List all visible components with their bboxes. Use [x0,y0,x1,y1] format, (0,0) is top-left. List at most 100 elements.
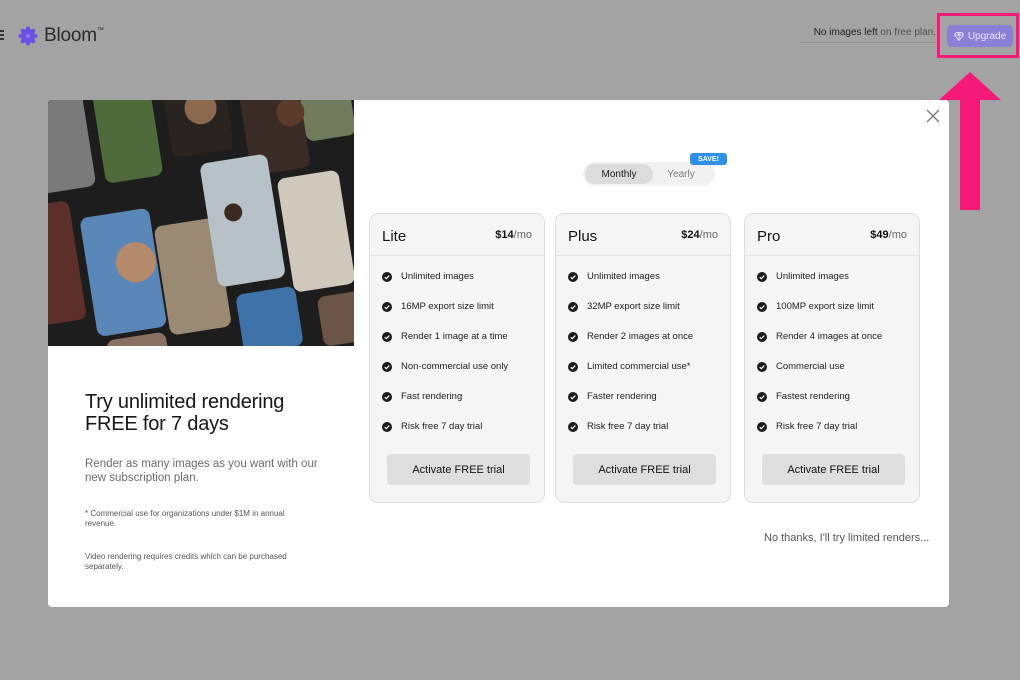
commercial-use-note: * Commercial use for organizations under… [85,509,285,528]
promo-title: Try unlimited rendering FREE for 7 days [85,391,285,435]
feature-item: Commercial use [757,361,882,391]
app-name: Bloom [44,25,97,46]
feature-text: Limited commercial use* [587,361,691,372]
feature-item: Risk free 7 day trial [382,421,508,451]
feature-list: Unlimited images 32MP export size limit … [568,271,693,451]
feature-text: Non-commercial use only [401,361,509,372]
plan-price-period: /mo [513,229,532,241]
activate-trial-button-pro[interactable]: Activate FREE trial [762,454,905,485]
app-logo[interactable]: Bloom™ [18,25,104,47]
check-circle-icon [568,392,578,402]
check-circle-icon [568,302,578,312]
check-circle-icon [382,332,392,342]
save-badge: SAVE! [690,153,727,165]
top-bar: Bloom™ No images left on free plan. Upgr… [0,0,1020,72]
menu-icon[interactable] [0,30,4,40]
feature-text: 16MP export size limit [401,301,494,312]
check-circle-icon [382,392,392,402]
feature-text: Render 2 images at once [587,331,694,342]
check-circle-icon [382,302,392,312]
feature-text: Faster rendering [587,391,657,402]
feature-item: Render 4 images at once [757,331,882,361]
plan-name: Plus [568,228,598,245]
billing-monthly-option[interactable]: Monthly [585,164,653,184]
feature-text: 100MP export size limit [776,301,875,312]
upgrade-highlight-box [937,13,1019,58]
billing-period-toggle: Monthly Yearly [583,162,715,186]
plan-card-lite: Lite $14/mo Unlimited images 16MP export… [369,213,545,503]
check-circle-icon [757,302,767,312]
check-circle-icon [382,272,392,282]
check-circle-icon [382,422,392,432]
feature-item: Unlimited images [757,271,882,301]
check-circle-icon [568,362,578,372]
plan-price: $14/mo [495,229,532,241]
plan-name: Pro [757,228,781,245]
plan-price: $24/mo [681,229,718,241]
feature-item: Render 1 image at a time [382,331,508,361]
promo-description: Render as many images as you want with o… [85,458,318,484]
feature-item: 16MP export size limit [382,301,508,331]
feature-text: Fastest rendering [776,391,850,402]
feature-text: Render 1 image at a time [401,331,508,342]
status-rest-text: on free plan. [877,27,936,38]
feature-text: Risk free 7 day trial [776,421,858,432]
feature-text: Fast rendering [401,391,463,402]
feature-item: Risk free 7 day trial [568,421,693,451]
check-circle-icon [757,272,767,282]
video-rendering-note: Video rendering requires credits which c… [85,552,287,571]
feature-text: Unlimited images [776,271,849,282]
decline-link[interactable]: No thanks, I'll try limited renders... [764,532,929,544]
plan-card-plus: Plus $24/mo Unlimited images 32MP export… [555,213,731,503]
check-circle-icon [568,422,578,432]
feature-item: Unlimited images [382,271,508,301]
feature-item: Fast rendering [382,391,508,421]
feature-item: Fastest rendering [757,391,882,421]
feature-text: Render 4 images at once [776,331,883,342]
feature-text: Unlimited images [401,271,474,282]
feature-item: Limited commercial use* [568,361,693,391]
plan-card-pro: Pro $49/mo Unlimited images 100MP export… [744,213,920,503]
plan-header: Plus $24/mo [556,214,730,256]
check-circle-icon [568,332,578,342]
check-circle-icon [382,362,392,372]
feature-text: Unlimited images [587,271,660,282]
plan-price-period: /mo [699,229,718,241]
check-circle-icon [757,362,767,372]
feature-item: 32MP export size limit [568,301,693,331]
check-circle-icon [757,422,767,432]
check-circle-icon [757,332,767,342]
feature-text: Commercial use [776,361,845,372]
plan-header: Lite $14/mo [370,214,544,256]
billing-yearly-option[interactable]: Yearly [647,164,715,184]
feature-list: Unlimited images 16MP export size limit … [382,271,508,451]
plan-price-amount: $14 [495,229,514,241]
upgrade-modal: Try unlimited rendering FREE for 7 days … [48,100,949,607]
activate-trial-button-lite[interactable]: Activate FREE trial [387,454,530,485]
feature-item: 100MP export size limit [757,301,882,331]
activate-trial-button-plus[interactable]: Activate FREE trial [573,454,716,485]
feature-item: Faster rendering [568,391,693,421]
plan-price-amount: $49 [870,229,889,241]
feature-text: Risk free 7 day trial [401,421,483,432]
status-strong-text: No images left [813,27,878,38]
feature-item: Unlimited images [568,271,693,301]
feature-item: Render 2 images at once [568,331,693,361]
check-circle-icon [757,392,767,402]
plan-header: Pro $49/mo [745,214,919,256]
promo-photo-collage [48,100,354,346]
check-circle-icon [568,272,578,282]
plan-price-amount: $24 [681,229,700,241]
plan-price: $49/mo [870,229,907,241]
feature-item: Risk free 7 day trial [757,421,882,451]
image-quota-status: No images left on free plan. [800,24,936,43]
close-icon[interactable] [925,108,941,124]
trademark-mark: ™ [96,27,104,34]
feature-text: 32MP export size limit [587,301,680,312]
feature-list: Unlimited images 100MP export size limit… [757,271,882,451]
plan-name: Lite [382,228,407,245]
plan-price-period: /mo [888,229,907,241]
feature-text: Risk free 7 day trial [587,421,669,432]
feature-item: Non-commercial use only [382,361,508,391]
flower-logo-icon [18,26,38,46]
